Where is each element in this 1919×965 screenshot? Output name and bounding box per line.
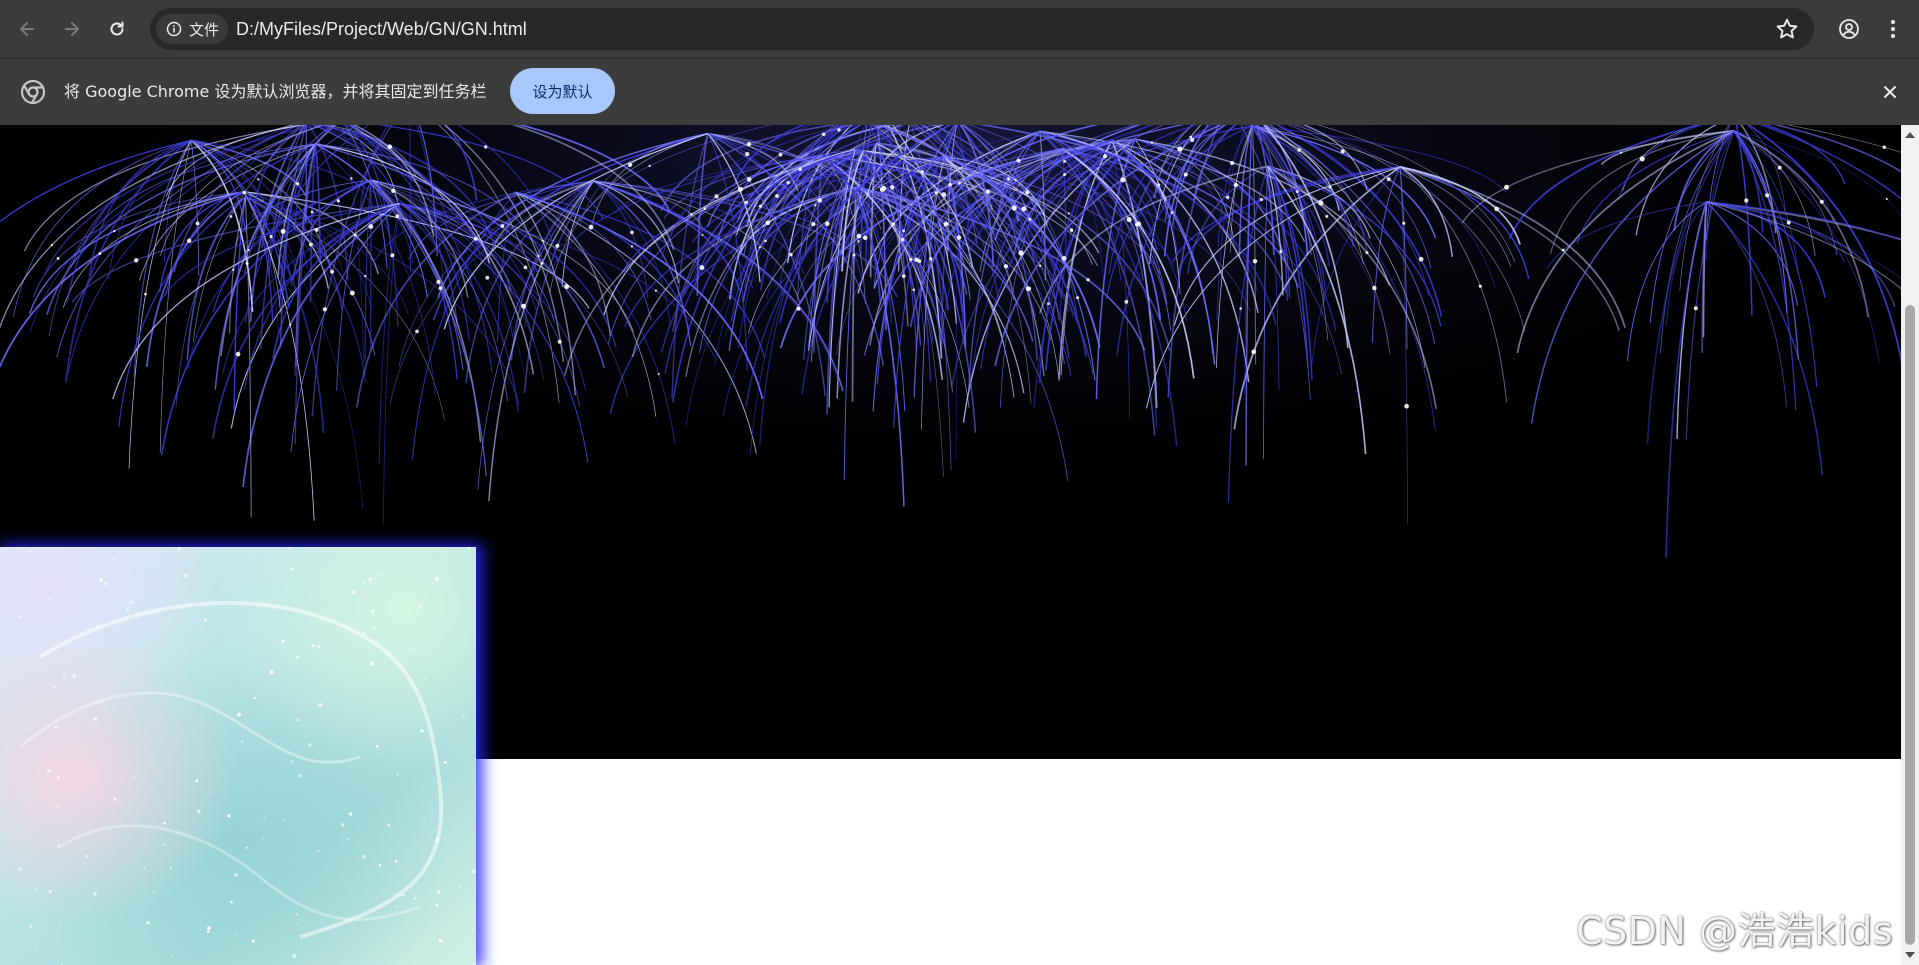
browser-toolbar: 文件 D:/MyFiles/Project/Web/GN/GN.html [0,0,1919,58]
back-button[interactable] [10,12,44,46]
scrollbar-thumb[interactable] [1905,305,1915,945]
site-info-label: 文件 [189,20,220,39]
reload-button[interactable] [100,12,134,46]
address-bar[interactable]: 文件 D:/MyFiles/Project/Web/GN/GN.html [150,8,1814,50]
reload-icon [110,21,124,36]
chrome-logo-icon [20,79,46,105]
kebab-menu-icon [1891,20,1895,38]
profile-button[interactable] [1832,12,1866,46]
scroll-down-arrow-icon[interactable] [1901,947,1919,963]
forward-button[interactable] [55,12,89,46]
watercolor-image [0,547,476,965]
close-icon [1884,86,1896,98]
vertical-scrollbar[interactable] [1901,125,1919,965]
site-info-chip[interactable]: 文件 [156,14,228,44]
csdn-watermark: CSDN @浩浩kids [1576,909,1893,953]
back-arrow-icon [20,22,34,36]
url-text[interactable]: D:/MyFiles/Project/Web/GN/GN.html [236,8,527,50]
info-icon [166,21,182,37]
infobar-close-button[interactable] [1876,78,1904,106]
default-browser-infobar: 将 Google Chrome 设为默认浏览器，并将其固定到任务栏 设为默认 [0,58,1919,125]
scroll-up-arrow-icon[interactable] [1901,127,1919,143]
forward-arrow-icon [65,22,79,36]
infobar-message: 将 Google Chrome 设为默认浏览器，并将其固定到任务栏 [64,82,487,101]
set-default-button[interactable]: 设为默认 [510,68,615,114]
page-viewport: CSDN @浩浩kids [0,125,1901,965]
profile-icon [1839,19,1859,39]
menu-button[interactable] [1876,12,1910,46]
star-icon[interactable] [1774,16,1800,42]
